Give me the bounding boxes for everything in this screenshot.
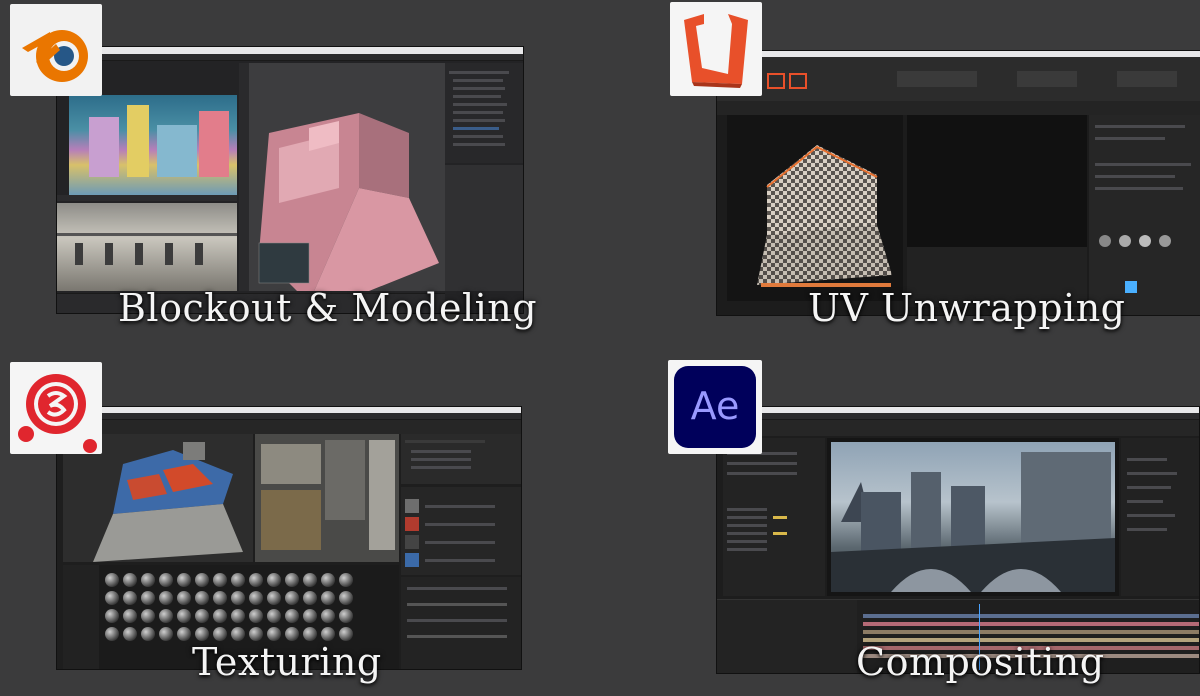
- caption-blockout-modeling: Blockout & Modeling: [118, 286, 538, 330]
- uv-3d-viewport[interactable]: [727, 115, 903, 301]
- reference-photo: [57, 203, 237, 291]
- caption-uv-unwrapping: UV Unwrapping: [808, 286, 1126, 330]
- ae-toolbar[interactable]: [717, 420, 1199, 436]
- material-thumbnails[interactable]: [105, 573, 353, 641]
- blender-logo-box: [10, 4, 102, 96]
- after-effects-logo-text: Ae: [690, 384, 740, 428]
- packing-properties-panel[interactable]: [1089, 115, 1200, 315]
- properties-fill-panel[interactable]: [401, 577, 521, 669]
- properties-panel[interactable]: [445, 165, 523, 291]
- substance-painter-screenshot: [56, 406, 522, 670]
- panel-blockout-modeling: Blockout & Modeling: [0, 0, 600, 348]
- composition-viewer[interactable]: [827, 438, 1119, 596]
- uv-toolbar[interactable]: [717, 57, 1200, 102]
- layers-panel[interactable]: [401, 487, 521, 575]
- rizomuv-logo-box: [670, 2, 762, 96]
- info-panel[interactable]: [1121, 438, 1199, 596]
- after-effects-logo-icon: Ae: [674, 366, 756, 448]
- render-preview: [69, 95, 237, 195]
- composited-city-render: [831, 442, 1115, 592]
- after-effects-screenshot: [716, 406, 1200, 674]
- texture-set-list[interactable]: [401, 434, 521, 484]
- tool-column[interactable]: [239, 63, 249, 291]
- panel-compositing: Ae Compositing: [600, 348, 1200, 696]
- painter-toolbar[interactable]: [57, 420, 521, 434]
- panel-texturing: Texturing: [0, 348, 600, 696]
- pink-blockout-mesh: [258, 113, 439, 303]
- caption-texturing: Texturing: [192, 640, 382, 684]
- checkered-building-mesh: [757, 145, 892, 287]
- rizomuv-logo-icon: [684, 14, 748, 88]
- 3d-viewport[interactable]: [249, 63, 445, 303]
- outliner-panel[interactable]: [445, 63, 523, 163]
- effect-controls-panel[interactable]: [723, 438, 825, 596]
- substance-painter-logo-box: [10, 362, 102, 454]
- blender-screenshot: [56, 46, 524, 314]
- blender-logo-icon: [22, 30, 88, 82]
- rizomuv-screenshot: [716, 50, 1200, 316]
- substance-painter-logo-icon: [18, 374, 97, 453]
- caption-compositing: Compositing: [856, 640, 1105, 684]
- after-effects-logo-box: Ae: [668, 360, 762, 454]
- painter-2d-uv-view[interactable]: [255, 434, 399, 562]
- panel-uv-unwrapping: UV Unwrapping: [600, 0, 1200, 348]
